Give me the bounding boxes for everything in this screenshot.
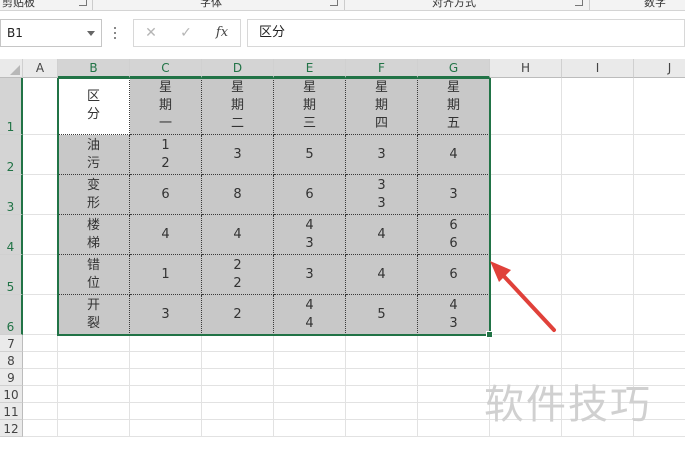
watermark: 软件技巧 — [484, 382, 652, 428]
arrow-shaft — [498, 270, 556, 332]
